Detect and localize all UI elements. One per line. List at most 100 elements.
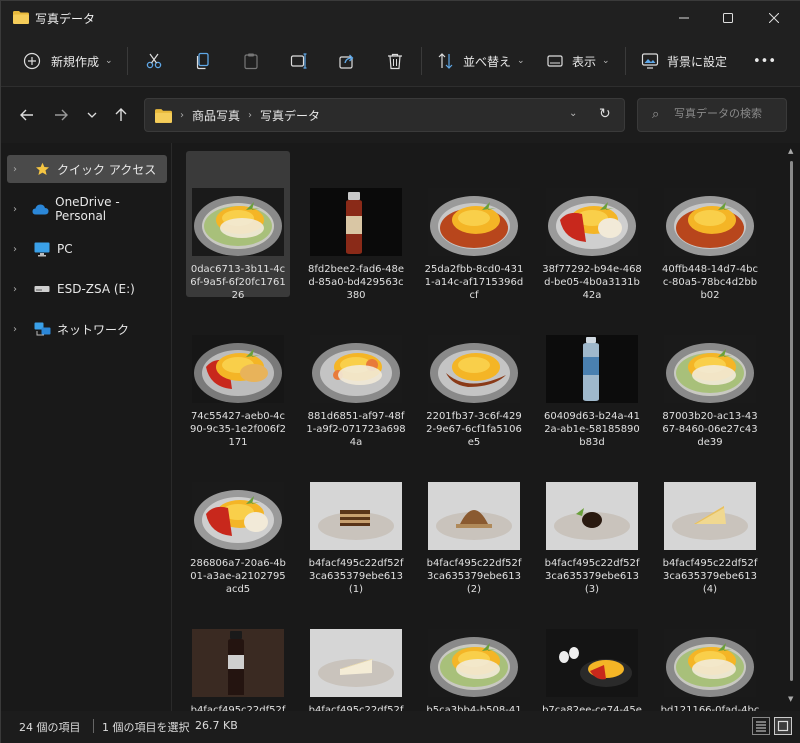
explorer-window: 写真データ 新規作成 ⌄ 並べ替え ⌄ 表示 ⌄ 背景に設定 ••• › 商品写… bbox=[0, 0, 800, 743]
drive-icon bbox=[33, 281, 51, 297]
rename-button[interactable] bbox=[290, 47, 308, 75]
scroll-up-icon[interactable]: ▲ bbox=[788, 147, 793, 155]
set-background-button[interactable]: 背景に設定 bbox=[641, 47, 727, 75]
file-tile[interactable]: b7ca82ee-ce74-45eb-87ca-ffdb460 bbox=[540, 592, 644, 711]
address-dropdown-icon[interactable]: ⌄ bbox=[569, 108, 577, 119]
breadcrumb-item[interactable]: 商品写真 bbox=[192, 107, 240, 124]
file-thumbnail bbox=[192, 335, 284, 403]
file-tile[interactable]: 286806a7-20a6-4b01-a3ae-a2102795acd5 bbox=[186, 445, 290, 595]
sidebar-item-pc[interactable]: › PC bbox=[7, 235, 167, 263]
file-tile[interactable]: 8fd2bee2-fad6-48ed-85a0-bd429563c380 bbox=[304, 151, 408, 301]
chevron-right-icon[interactable]: › bbox=[13, 324, 27, 335]
file-name: 2201fb37-3c6f-4292-9e67-6cf1fa5106e5 bbox=[426, 411, 522, 448]
chevron-down-icon bbox=[87, 112, 97, 118]
sidebar-item-quick-access[interactable]: › クイック アクセス bbox=[7, 155, 167, 183]
monitor-icon bbox=[33, 241, 51, 257]
file-tile[interactable]: b4facf495c22df52f3ca635379ebe613(1) bbox=[304, 445, 408, 595]
file-tile[interactable]: b4facf495c22df52f3ca635379ebe613(2) bbox=[422, 445, 526, 595]
details-view-icon bbox=[756, 721, 766, 732]
chevron-right-icon[interactable]: › bbox=[13, 284, 27, 295]
view-button[interactable]: 表示 ⌄ bbox=[546, 47, 610, 75]
arrow-right-icon bbox=[55, 109, 68, 121]
up-button[interactable] bbox=[109, 103, 133, 127]
sort-button[interactable]: 並べ替え ⌄ bbox=[437, 47, 525, 75]
file-thumbnail bbox=[546, 629, 638, 697]
copy-button[interactable] bbox=[194, 47, 212, 75]
close-button[interactable] bbox=[751, 1, 797, 35]
arrow-up-icon bbox=[115, 108, 127, 121]
folder-icon bbox=[155, 108, 172, 123]
file-thumbnail bbox=[664, 188, 756, 256]
cloud-icon bbox=[32, 201, 49, 217]
file-tile[interactable]: 2201fb37-3c6f-4292-9e67-6cf1fa5106e5 bbox=[422, 298, 526, 448]
chevron-down-icon: ⌄ bbox=[602, 56, 610, 66]
scroll-down-icon[interactable]: ▼ bbox=[788, 695, 793, 703]
file-name: 60409d63-b24a-412a-ab1e-58185890b83d bbox=[543, 411, 641, 448]
command-bar: 新規作成 ⌄ 並べ替え ⌄ 表示 ⌄ 背景に設定 ••• bbox=[1, 35, 800, 87]
file-tile[interactable]: b4facf495c22df52f3ca635379ebe613(4) bbox=[658, 445, 762, 595]
sidebar-item-label: クイック アクセス bbox=[57, 162, 157, 177]
share-button[interactable] bbox=[338, 47, 356, 75]
chevron-right-icon[interactable]: › bbox=[13, 244, 27, 255]
details-view-button[interactable] bbox=[752, 717, 770, 735]
cut-button[interactable] bbox=[145, 47, 163, 75]
title-bar[interactable]: 写真データ bbox=[1, 1, 800, 35]
file-tile[interactable]: 881d6851-af97-48f1-a9f2-071723a6984a bbox=[304, 298, 408, 448]
file-thumbnail bbox=[546, 335, 638, 403]
new-button[interactable]: 新規作成 ⌄ bbox=[23, 47, 113, 75]
chevron-right-icon[interactable]: › bbox=[13, 204, 26, 215]
selection-count: 1 個の項目を選択 bbox=[102, 721, 190, 734]
sidebar-item-drive-e[interactable]: › ESD-ZSA (E:) bbox=[7, 275, 167, 303]
file-tile[interactable]: 40ffb448-14d7-4bcc-80a5-78bc4d2bbb02 bbox=[658, 151, 762, 301]
file-tile[interactable]: 74c55427-aeb0-4c90-9c35-1e2f006f2171 bbox=[186, 298, 290, 448]
file-thumbnail bbox=[546, 482, 638, 550]
delete-button[interactable] bbox=[386, 47, 404, 75]
more-button[interactable]: ••• bbox=[753, 47, 776, 75]
file-tile[interactable]: bd121166-0fad-4bcb-b239-acb4b bbox=[658, 592, 762, 711]
file-name: b5ca3bb4-b508-41e7-aec6-0552bc bbox=[426, 705, 522, 711]
forward-button[interactable] bbox=[49, 103, 73, 127]
address-bar[interactable]: › 商品写真 › 写真データ ⌄ ↻ bbox=[144, 98, 625, 132]
status-divider bbox=[93, 719, 94, 733]
star-icon bbox=[33, 161, 51, 177]
search-box[interactable]: ⌕ bbox=[637, 98, 787, 132]
file-tile[interactable]: b5ca3bb4-b508-41e7-aec6-0552bc bbox=[422, 592, 526, 711]
selection-size: 26.7 KB bbox=[195, 719, 238, 732]
file-tile[interactable]: 87003b20-ac13-4367-8460-06e27c43de39 bbox=[658, 298, 762, 448]
file-tile[interactable]: 38f77292-b94e-468d-be05-4b0a3131b42a bbox=[540, 151, 644, 301]
large-icons-view-button[interactable] bbox=[774, 717, 792, 735]
file-tile[interactable]: b4facf495c22df52f3ca635379ebe61 bbox=[304, 592, 408, 711]
sidebar-item-label: PC bbox=[57, 242, 73, 256]
file-tile[interactable]: 60409d63-b24a-412a-ab1e-58185890b83d bbox=[540, 298, 644, 448]
folder-icon bbox=[13, 11, 29, 24]
breadcrumb-item[interactable]: 写真データ bbox=[260, 107, 320, 124]
back-button[interactable] bbox=[15, 103, 39, 127]
file-thumbnail bbox=[428, 335, 520, 403]
minimize-button[interactable] bbox=[661, 1, 707, 35]
refresh-icon[interactable]: ↻ bbox=[599, 106, 611, 122]
file-thumbnail bbox=[310, 335, 402, 403]
search-input[interactable] bbox=[674, 107, 784, 120]
close-icon bbox=[769, 13, 779, 23]
sidebar-item-network[interactable]: › ネットワーク bbox=[7, 315, 167, 343]
view-icon bbox=[547, 55, 563, 67]
chevron-right-icon[interactable]: › bbox=[13, 164, 27, 175]
maximize-button[interactable] bbox=[705, 1, 751, 35]
maximize-icon bbox=[723, 13, 733, 23]
file-tile[interactable]: 0dac6713-3b11-4c6f-9a5f-6f20fc176126 bbox=[186, 151, 290, 301]
sidebar-item-label: ESD-ZSA (E:) bbox=[57, 282, 135, 296]
desktop-background-icon bbox=[641, 53, 659, 69]
arrow-left-icon bbox=[20, 109, 33, 121]
scroll-thumb[interactable] bbox=[790, 161, 793, 681]
paste-button[interactable] bbox=[242, 47, 260, 75]
file-thumbnail bbox=[546, 188, 638, 256]
file-thumbnail bbox=[192, 482, 284, 550]
file-tile[interactable]: b4facf495c22df52f3ca635379ebe613(3) bbox=[540, 445, 644, 595]
file-name: b4facf495c22df52f3ca635379ebe61 bbox=[190, 705, 286, 711]
file-name: 87003b20-ac13-4367-8460-06e27c43de39 bbox=[662, 411, 758, 448]
recent-locations-button[interactable] bbox=[80, 103, 104, 127]
vertical-scrollbar[interactable]: ▲ ▼ bbox=[786, 143, 796, 711]
file-tile[interactable]: 25da2fbb-8cd0-4311-a14c-af1715396dcf bbox=[422, 151, 526, 301]
sidebar-item-onedrive[interactable]: › OneDrive - Personal bbox=[7, 195, 167, 223]
file-tile[interactable]: b4facf495c22df52f3ca635379ebe61 bbox=[186, 592, 290, 711]
